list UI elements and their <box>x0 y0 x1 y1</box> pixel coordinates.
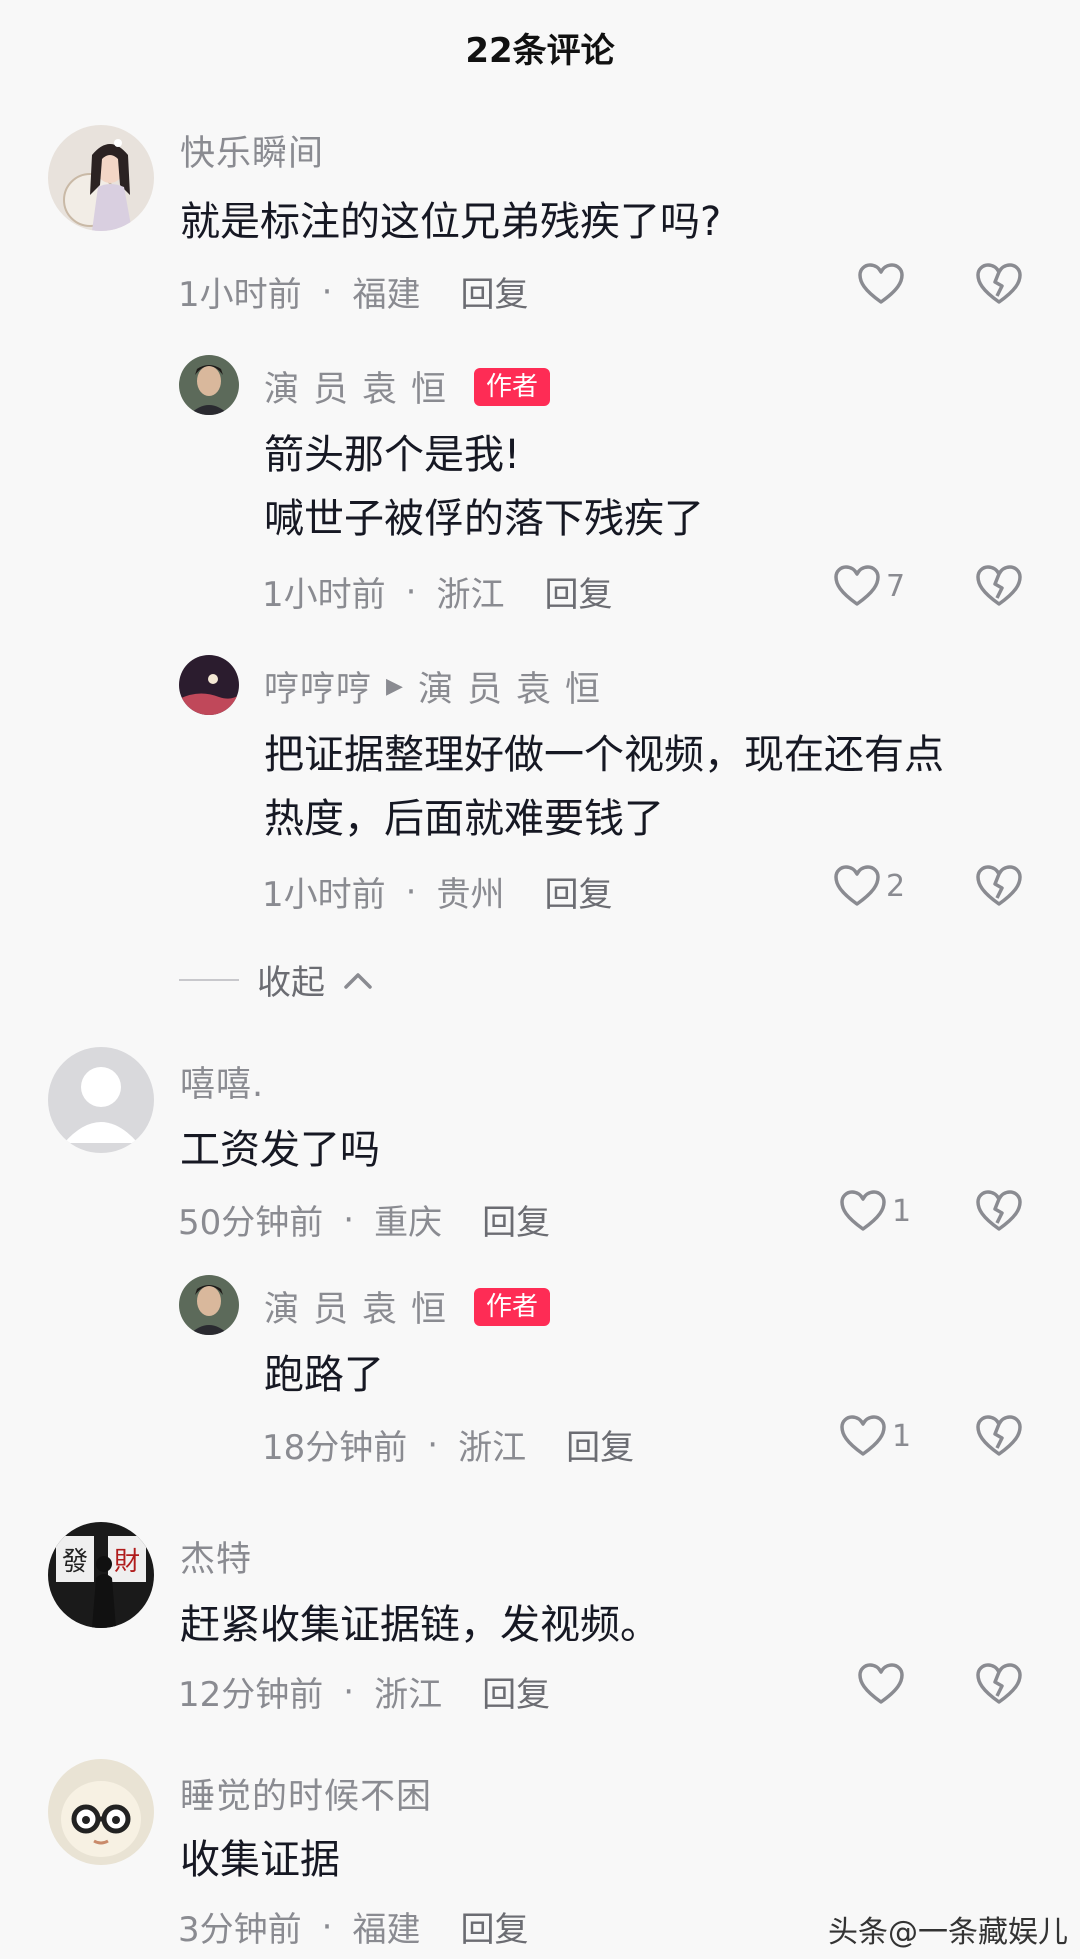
heart-icon <box>858 263 904 304</box>
like-count: 7 <box>886 568 906 604</box>
broken-heart-icon <box>976 263 1022 304</box>
comment-meta: 18分钟前 · 浙江 回复 <box>262 1420 634 1469</box>
comment-time: 3分钟前 <box>178 1910 302 1950</box>
broken-heart-icon <box>976 865 1022 906</box>
comment-location: 浙江 <box>458 1428 527 1468</box>
comment-author[interactable]: 演员袁恒 作者 <box>264 1281 551 1332</box>
comment-location: 福建 <box>352 275 421 315</box>
author-badge: 作者 <box>474 1287 551 1326</box>
comment-author[interactable]: 哼哼哼 ▶ 演员袁恒 <box>264 661 614 712</box>
avatar[interactable] <box>48 1759 154 1865</box>
comment-location: 重庆 <box>374 1203 443 1243</box>
comment-time: 12分钟前 <box>178 1675 324 1715</box>
reply-button[interactable]: 回复 <box>544 567 612 616</box>
comment-meta: 3分钟前 · 福建 回复 <box>178 1902 528 1951</box>
author-badge: 作者 <box>474 367 551 406</box>
broken-heart-icon <box>976 1415 1022 1456</box>
broken-heart-icon <box>976 1663 1022 1704</box>
comment-author[interactable]: 杰特 <box>180 1531 252 1582</box>
comment-location: 福建 <box>352 1910 421 1950</box>
like-count: 2 <box>886 868 906 904</box>
avatar[interactable]: 發 財 <box>48 1522 154 1628</box>
reply-button[interactable]: 回复 <box>482 1667 550 1716</box>
like-button[interactable]: 7 <box>834 565 905 607</box>
avatar[interactable] <box>179 1275 239 1335</box>
dislike-button[interactable] <box>976 1190 1022 1232</box>
comment-text: 工资发了吗 <box>180 1127 380 1173</box>
avatar-glyph: 發 <box>62 1547 88 1577</box>
like-button[interactable]: 1 <box>840 1190 911 1232</box>
comment-meta: 50分钟前 · 重庆 回复 <box>178 1195 550 1244</box>
like-button[interactable] <box>858 263 904 305</box>
comment-meta: 1小时前 · 浙江 回复 <box>262 567 612 616</box>
watermark: 头条@一条藏娱儿 <box>828 1915 1068 1950</box>
comment-count-title: 22条评论 <box>465 31 615 71</box>
comment-time: 1小时前 <box>178 275 302 315</box>
comment-text: 箭头那个是我! 喊世子被俘的落下残疾了 <box>264 432 704 542</box>
comment-time: 50分钟前 <box>178 1203 324 1243</box>
avatar-glyph: 財 <box>114 1547 140 1577</box>
dislike-button[interactable] <box>976 263 1022 305</box>
broken-heart-icon <box>976 565 1022 606</box>
dislike-button[interactable] <box>976 865 1022 907</box>
avatar[interactable] <box>48 1047 154 1153</box>
reply-button[interactable]: 回复 <box>566 1420 634 1469</box>
comment-author[interactable]: 演员袁恒 作者 <box>264 361 551 412</box>
dislike-button[interactable] <box>976 565 1022 607</box>
comment-location: 浙江 <box>436 575 505 615</box>
comment-time: 18分钟前 <box>262 1428 408 1468</box>
comment-time: 1小时前 <box>262 575 386 615</box>
chevron-up-icon <box>344 972 372 989</box>
comment-text: 赶紧收集证据链，发视频。 <box>180 1602 660 1648</box>
dislike-button[interactable] <box>976 1663 1022 1705</box>
heart-icon <box>840 1415 886 1456</box>
comment-author[interactable]: 睡觉的时候不困 <box>180 1768 432 1819</box>
comment-time: 1小时前 <box>262 875 386 915</box>
reply-button[interactable]: 回复 <box>460 267 528 316</box>
dislike-button[interactable] <box>976 1415 1022 1457</box>
comment-meta: 12分钟前 · 浙江 回复 <box>178 1667 550 1716</box>
reply-button[interactable]: 回复 <box>544 867 612 916</box>
like-button[interactable] <box>858 1663 904 1705</box>
heart-icon <box>840 1190 886 1231</box>
comment-meta: 1小时前 · 福建 回复 <box>178 267 528 316</box>
like-count: 1 <box>892 1418 912 1454</box>
heart-icon <box>858 1663 904 1704</box>
collapse-replies[interactable]: 收起 <box>179 955 373 1004</box>
heart-icon <box>834 565 880 606</box>
divider <box>179 978 239 981</box>
comment-text: 跑路了 <box>264 1352 384 1398</box>
heart-icon <box>834 865 880 906</box>
like-count: 1 <box>892 1193 912 1229</box>
comment-text: 把证据整理好做一个视频，现在还有点 热度，后面就难要钱了 <box>264 732 944 842</box>
comment-text: 就是标注的这位兄弟残疾了吗? <box>180 199 722 245</box>
avatar[interactable] <box>179 655 239 715</box>
avatar[interactable] <box>179 355 239 415</box>
comment-text: 收集证据 <box>180 1837 340 1883</box>
avatar[interactable] <box>48 125 154 231</box>
reply-target[interactable]: 演员袁恒 <box>418 661 614 712</box>
comment-meta: 1小时前 · 贵州 回复 <box>262 867 612 916</box>
collapse-label: 收起 <box>257 963 325 1003</box>
comment-location: 贵州 <box>436 875 505 915</box>
broken-heart-icon <box>976 1190 1022 1231</box>
reply-button[interactable]: 回复 <box>482 1195 550 1244</box>
comment-author[interactable]: 快乐瞬间 <box>180 125 324 176</box>
like-button[interactable]: 2 <box>834 865 905 907</box>
play-triangle-icon: ▶ <box>386 674 404 699</box>
like-button[interactable]: 1 <box>840 1415 911 1457</box>
comment-author[interactable]: 嘻嘻. <box>180 1056 264 1107</box>
comment-location: 浙江 <box>374 1675 443 1715</box>
reply-button[interactable]: 回复 <box>460 1902 528 1951</box>
comments-header: 22条评论 <box>0 0 1080 95</box>
